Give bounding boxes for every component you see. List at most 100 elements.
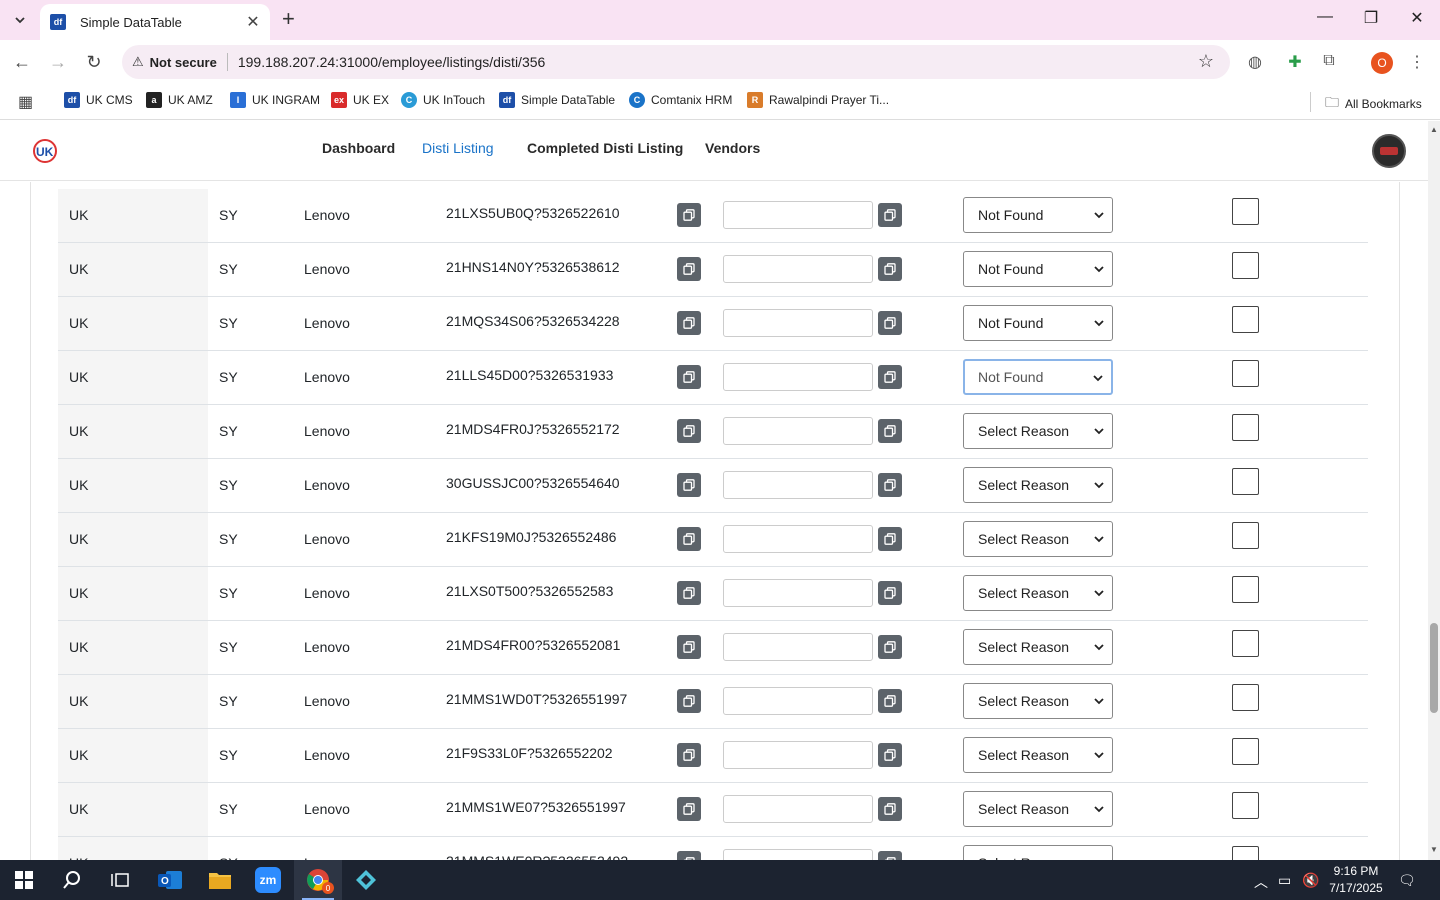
browser-tab[interactable]: df Simple DataTable ✕ — [40, 4, 270, 40]
paste-button[interactable] — [878, 797, 902, 821]
row-checkbox[interactable] — [1232, 360, 1259, 387]
bookmark-simple-datatable[interactable]: df Simple DataTable — [499, 92, 615, 108]
row-checkbox[interactable] — [1232, 252, 1259, 279]
notifications-icon[interactable]: 🗨 — [1398, 872, 1416, 889]
copy-sku-button[interactable] — [677, 689, 701, 713]
reason-select[interactable]: Select Reason — [963, 575, 1113, 611]
paste-button[interactable] — [878, 311, 902, 335]
reason-select[interactable]: Select Reason — [963, 629, 1113, 665]
profile-avatar[interactable]: O — [1371, 52, 1393, 74]
bookmark-rawalpindi-prayer[interactable]: R Rawalpindi Prayer Ti... — [747, 92, 889, 108]
link-input[interactable] — [723, 363, 873, 391]
file-explorer-icon[interactable] — [196, 860, 244, 900]
paste-button[interactable] — [878, 743, 902, 767]
link-input[interactable] — [723, 633, 873, 661]
copy-sku-button[interactable] — [677, 581, 701, 605]
paste-button[interactable] — [878, 365, 902, 389]
reason-select[interactable]: Select Reason — [963, 413, 1113, 449]
menu-kebab-icon[interactable]: ⋮ — [1406, 52, 1428, 72]
link-input[interactable] — [723, 471, 873, 499]
paste-button[interactable] — [878, 635, 902, 659]
reload-button[interactable]: ↻ — [82, 52, 106, 72]
paste-button[interactable] — [878, 203, 902, 227]
nav-completed-disti-listing[interactable]: Completed Disti Listing — [527, 140, 683, 156]
app-diamond-icon[interactable] — [342, 860, 390, 900]
bookmark-uk-ex[interactable]: ex UK EX — [331, 92, 389, 108]
copy-sku-button[interactable] — [677, 743, 701, 767]
new-tab-button[interactable]: + — [282, 8, 295, 30]
paste-button[interactable] — [878, 257, 902, 281]
link-input[interactable] — [723, 849, 873, 860]
copy-sku-button[interactable] — [677, 635, 701, 659]
extension-puzzle-plus-icon[interactable]: ✚ — [1284, 52, 1306, 72]
page-scrollbar[interactable]: ▲ ▼ — [1428, 121, 1440, 860]
nav-disti-listing[interactable]: Disti Listing — [422, 140, 494, 156]
user-avatar[interactable] — [1372, 134, 1406, 168]
tab-search-chevron-icon[interactable] — [6, 6, 34, 34]
copy-sku-button[interactable] — [677, 473, 701, 497]
bookmark-uk-amz[interactable]: a UK AMZ — [146, 92, 213, 108]
translate-icon[interactable]: ◍ — [1244, 52, 1266, 72]
search-icon[interactable] — [48, 860, 96, 900]
link-input[interactable] — [723, 417, 873, 445]
reason-select[interactable]: Select Reason — [963, 683, 1113, 719]
system-clock[interactable]: 9:16 PM 7/17/2025 — [1320, 863, 1392, 897]
link-input[interactable] — [723, 579, 873, 607]
copy-sku-button[interactable] — [677, 257, 701, 281]
row-checkbox[interactable] — [1232, 738, 1259, 765]
row-checkbox[interactable] — [1232, 846, 1259, 860]
link-input[interactable] — [723, 687, 873, 715]
copy-sku-button[interactable] — [677, 527, 701, 551]
minimize-button[interactable]: — — [1310, 8, 1340, 26]
row-checkbox[interactable] — [1232, 630, 1259, 657]
reason-select[interactable]: Not Found — [963, 305, 1113, 341]
bookmark-uk-intouch[interactable]: C UK InTouch — [401, 92, 485, 108]
reason-select[interactable]: Select Reason — [963, 791, 1113, 827]
tray-chevron-up-icon[interactable]: ︿ — [1254, 872, 1268, 892]
volume-muted-icon[interactable]: 🔇 — [1302, 872, 1319, 889]
row-checkbox[interactable] — [1232, 414, 1259, 441]
row-checkbox[interactable] — [1232, 576, 1259, 603]
link-input[interactable] — [723, 255, 873, 283]
reason-select[interactable]: Select Reason — [963, 845, 1113, 860]
back-button[interactable]: ← — [10, 52, 34, 72]
chrome-taskbar-icon[interactable]: 0 — [294, 860, 342, 900]
tab-close-icon[interactable]: ✕ — [244, 12, 262, 32]
link-input[interactable] — [723, 309, 873, 337]
bookmark-comtanix-hrm[interactable]: C Comtanix HRM — [629, 92, 732, 108]
row-checkbox[interactable] — [1232, 468, 1259, 495]
row-checkbox[interactable] — [1232, 792, 1259, 819]
paste-button[interactable] — [878, 419, 902, 443]
forward-button[interactable]: → — [46, 52, 70, 72]
start-windows-icon[interactable] — [0, 860, 48, 900]
uk-logo-icon[interactable]: UK — [32, 138, 58, 164]
paste-button[interactable] — [878, 527, 902, 551]
address-bar[interactable]: ⚠ Not secure 199.188.207.24:31000/employ… — [122, 45, 1230, 79]
link-input[interactable] — [723, 525, 873, 553]
restore-button[interactable]: ❐ — [1356, 8, 1386, 28]
bookmark-uk-ingram[interactable]: I UK INGRAM — [230, 92, 320, 108]
not-secure-label[interactable]: Not secure — [150, 55, 217, 70]
paste-button[interactable] — [878, 851, 902, 860]
reason-select[interactable]: Select Reason — [963, 737, 1113, 773]
reason-select[interactable]: Select Reason — [963, 521, 1113, 557]
row-checkbox[interactable] — [1232, 198, 1259, 225]
zoom-app-icon[interactable]: zm — [244, 860, 292, 900]
row-checkbox[interactable] — [1232, 684, 1259, 711]
task-view-icon[interactable] — [96, 860, 144, 900]
reason-select[interactable]: Select Reason — [963, 467, 1113, 503]
outlook-icon[interactable]: O — [146, 860, 194, 900]
paste-button[interactable] — [878, 473, 902, 497]
copy-sku-button[interactable] — [677, 311, 701, 335]
row-checkbox[interactable] — [1232, 306, 1259, 333]
bookmark-uk-cms[interactable]: df UK CMS — [64, 92, 133, 108]
link-input[interactable] — [723, 741, 873, 769]
reason-select[interactable]: Not Found — [963, 359, 1113, 395]
copy-sku-button[interactable] — [677, 365, 701, 389]
row-checkbox[interactable] — [1232, 522, 1259, 549]
extensions-icon[interactable]: ⧉ — [1318, 52, 1340, 70]
link-input[interactable] — [723, 795, 873, 823]
apps-grid-icon[interactable]: ▦ — [18, 92, 33, 112]
copy-sku-button[interactable] — [677, 851, 701, 860]
bookmark-star-icon[interactable]: ☆ — [1198, 51, 1214, 72]
